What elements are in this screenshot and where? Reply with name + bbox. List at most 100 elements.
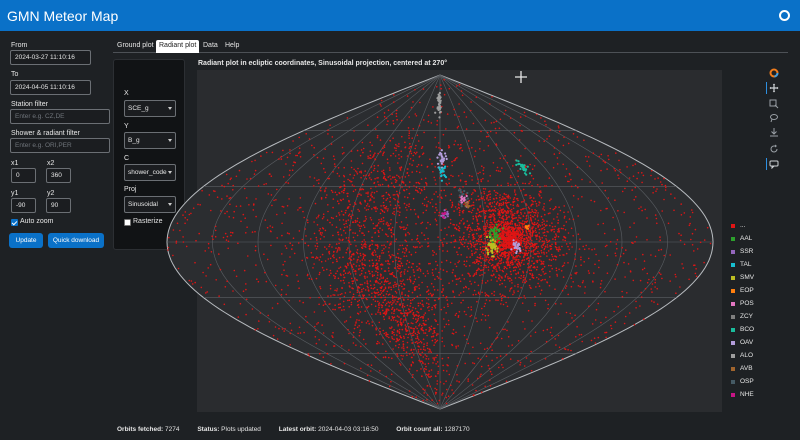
radiant-point <box>629 271 632 273</box>
radiant-point <box>463 263 466 266</box>
radiant-point <box>357 224 359 226</box>
radiant-point <box>484 188 487 190</box>
radiant-point <box>349 316 352 318</box>
radiant-point <box>459 191 462 194</box>
radiant-point <box>498 241 501 244</box>
radiant-point <box>404 228 407 231</box>
radiant-point <box>410 302 412 305</box>
radiant-point <box>657 177 659 179</box>
radiant-point <box>531 222 533 224</box>
radiant-point <box>375 264 377 267</box>
radiant-point <box>491 349 493 352</box>
radiant-point <box>338 219 341 221</box>
radiant-point <box>537 226 539 228</box>
radiant-point <box>358 193 361 195</box>
radiant-point <box>517 258 520 261</box>
radiant-point <box>599 286 602 289</box>
radiant-point <box>496 253 499 255</box>
radiant-point <box>413 315 416 318</box>
radiant-point <box>376 170 379 173</box>
radiant-point <box>385 308 388 311</box>
radiant-point <box>325 248 328 250</box>
radiant-point <box>336 270 339 272</box>
radiant-point <box>475 216 478 219</box>
radiant-point <box>371 274 374 276</box>
radiant-point <box>510 253 513 256</box>
radiant-point <box>606 207 608 210</box>
radiant-point <box>491 359 493 362</box>
radiant-point <box>512 226 514 229</box>
radiant-point <box>523 222 526 225</box>
radiant-point <box>336 290 338 292</box>
radiant-point <box>525 243 528 246</box>
radiant-point <box>535 203 538 205</box>
radiant-point <box>517 283 519 286</box>
radiant-point <box>360 171 363 174</box>
radiant-point <box>546 255 548 257</box>
radiant-point <box>378 278 381 281</box>
radiant-point <box>392 152 395 155</box>
radiant-point <box>475 251 477 253</box>
radiant-point <box>382 205 385 207</box>
radiant-point <box>536 222 539 224</box>
radiant-point <box>365 178 368 180</box>
radiant-point <box>500 225 503 227</box>
radiant-point <box>502 244 505 247</box>
radiant-point <box>319 287 322 290</box>
radiant-point <box>517 170 519 172</box>
radiant-plot[interactable] <box>0 0 800 440</box>
radiant-point <box>424 349 426 351</box>
radiant-point <box>541 268 543 271</box>
radiant-point <box>225 239 228 241</box>
radiant-point <box>509 358 512 360</box>
radiant-point <box>450 235 453 237</box>
radiant-point <box>419 302 422 305</box>
radiant-point <box>646 272 649 275</box>
radiant-point <box>577 198 580 200</box>
radiant-point <box>352 236 355 239</box>
radiant-point <box>474 150 477 152</box>
radiant-point <box>374 227 376 230</box>
radiant-point <box>370 187 372 190</box>
radiant-point <box>493 290 496 293</box>
radiant-point <box>503 197 506 200</box>
radiant-point <box>410 349 413 352</box>
radiant-point <box>397 301 399 303</box>
radiant-point <box>410 327 413 329</box>
radiant-point <box>507 296 510 299</box>
radiant-point <box>502 157 505 160</box>
radiant-point <box>299 197 302 199</box>
radiant-point <box>383 175 386 178</box>
radiant-point <box>470 314 473 317</box>
radiant-point <box>556 157 559 159</box>
radiant-point <box>452 269 455 271</box>
radiant-point <box>558 246 560 248</box>
radiant-point <box>652 192 654 194</box>
radiant-point <box>537 255 539 258</box>
radiant-point <box>385 280 388 283</box>
radiant-point <box>413 297 416 300</box>
radiant-point <box>412 263 415 265</box>
radiant-point <box>477 227 479 230</box>
radiant-point <box>377 352 379 354</box>
radiant-point <box>400 119 403 122</box>
radiant-point <box>655 217 658 220</box>
radiant-point <box>499 355 502 357</box>
radiant-point <box>517 236 520 239</box>
radiant-point <box>442 216 445 219</box>
radiant-point <box>371 275 374 278</box>
radiant-point <box>545 238 547 240</box>
radiant-point <box>574 272 576 274</box>
radiant-point <box>472 215 475 218</box>
radiant-point <box>421 327 424 329</box>
radiant-point <box>432 254 434 256</box>
radiant-point <box>430 336 433 338</box>
radiant-point <box>377 222 380 224</box>
radiant-point <box>431 399 434 401</box>
radiant-point <box>425 319 427 322</box>
radiant-point <box>435 146 438 148</box>
radiant-point <box>486 223 489 225</box>
radiant-point <box>535 260 538 262</box>
radiant-point <box>590 199 592 202</box>
radiant-point <box>399 364 402 366</box>
